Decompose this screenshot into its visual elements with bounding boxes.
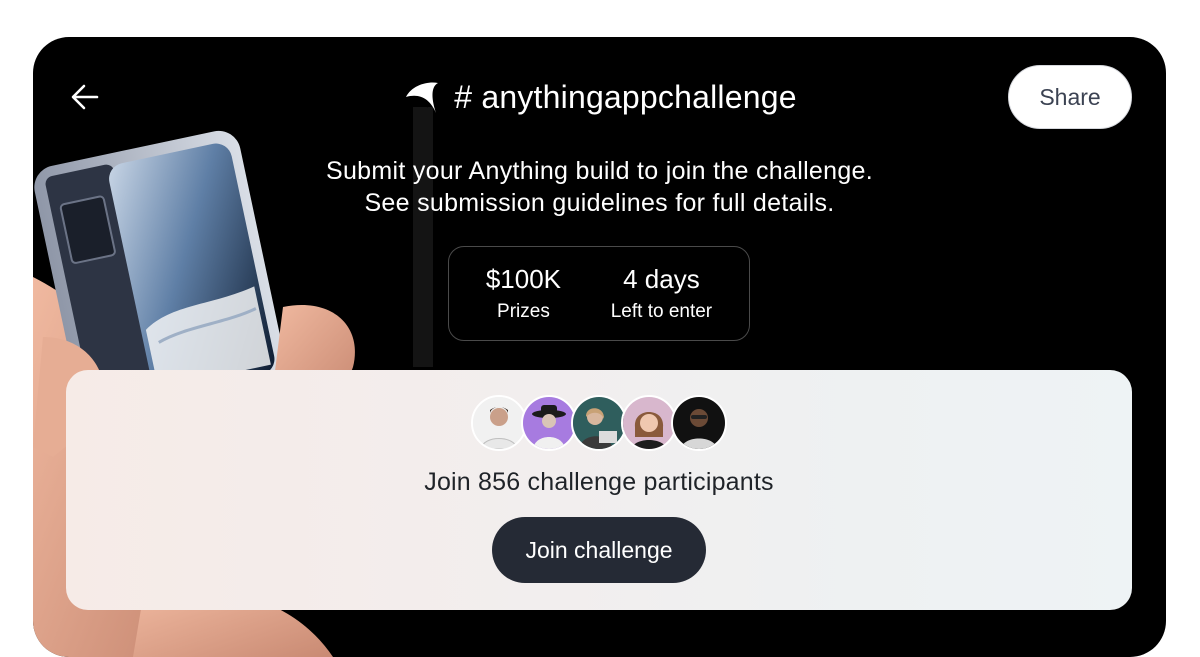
stat-value: 4 days bbox=[623, 263, 700, 294]
challenge-description: Submit your Anything build to join the c… bbox=[33, 155, 1166, 219]
stat-label: Prizes bbox=[497, 300, 550, 322]
stat-time-left: 4 days Left to enter bbox=[611, 263, 712, 325]
challenge-title-row: # anythingappchallenge bbox=[33, 75, 1166, 119]
share-button[interactable]: Share bbox=[1008, 65, 1132, 129]
challenge-card: # anythingappchallenge Share Submit your… bbox=[33, 37, 1166, 657]
participant-avatars bbox=[66, 395, 1132, 451]
description-line-1: Submit your Anything build to join the c… bbox=[326, 157, 873, 185]
description-line-2: See submission guidelines for full detai… bbox=[364, 189, 835, 217]
join-panel: Join 856 challenge participants Join cha… bbox=[66, 370, 1132, 610]
stat-label: Left to enter bbox=[610, 300, 713, 322]
join-challenge-button[interactable]: Join challenge bbox=[492, 517, 706, 583]
participant-avatar-5 bbox=[671, 395, 727, 451]
stat-prizes: $100K Prizes bbox=[486, 263, 561, 325]
participant-avatar-4 bbox=[621, 395, 677, 451]
anything-logo-icon bbox=[406, 82, 439, 113]
challenge-stats: $100K Prizes 4 days Left to enter bbox=[448, 246, 750, 341]
participant-avatar-2 bbox=[521, 395, 577, 451]
stat-value: $100K bbox=[485, 263, 562, 294]
participants-count: Join 856 challenge participants bbox=[424, 468, 774, 496]
page-title: # anythingappchallenge bbox=[454, 78, 797, 115]
participant-avatar-3 bbox=[571, 395, 627, 451]
participant-avatar-1 bbox=[471, 395, 527, 451]
